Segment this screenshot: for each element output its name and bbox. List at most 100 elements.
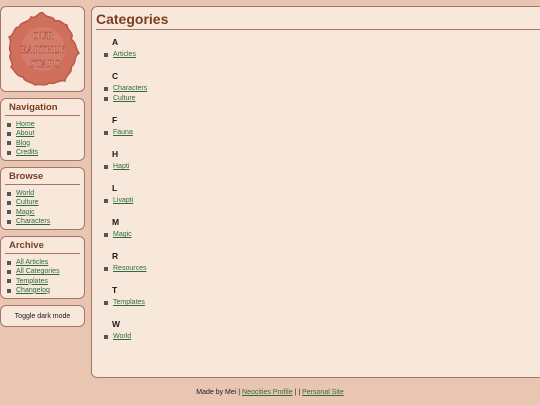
footer-separator: | xyxy=(238,389,241,396)
category-list: Hapti xyxy=(104,162,540,172)
category-list: Livapti xyxy=(104,196,540,206)
page-title: Categories xyxy=(96,11,540,30)
category-link-templates[interactable]: Templates xyxy=(113,298,145,308)
bullet-icon xyxy=(7,150,11,155)
logo-text-line1: OUR xyxy=(32,31,53,42)
footer-separator: | | xyxy=(294,389,301,396)
site-logo[interactable]: OUR EARTHLY STARS xyxy=(3,9,83,89)
category-link-fauna[interactable]: Fauna xyxy=(113,128,133,138)
all-categories-link[interactable]: All Categories xyxy=(16,267,60,276)
nav-item-credits: Credits xyxy=(7,148,80,157)
about-link[interactable]: About xyxy=(16,129,34,138)
list-item: Articles xyxy=(104,50,540,60)
sidebar: OUR EARTHLY STARS Navigation Home About … xyxy=(0,6,85,333)
bullet-icon xyxy=(104,199,108,203)
category-link-hapti[interactable]: Hapti xyxy=(113,162,129,172)
group-letter: M xyxy=(112,217,120,227)
category-group-a: A Articles xyxy=(96,37,540,60)
nav-item-about: About xyxy=(7,129,80,138)
bullet-icon xyxy=(7,131,11,136)
category-group-m: M Magic xyxy=(96,217,540,240)
list-item: Fauna xyxy=(104,128,540,138)
bullet-icon xyxy=(7,288,11,293)
archive-list: All Articles All Categories Templates Ch… xyxy=(5,258,80,295)
logo-text-line2: EARTHLY xyxy=(20,45,65,56)
category-list: Templates xyxy=(104,298,540,308)
browse-item-characters: Characters xyxy=(7,217,80,226)
category-link-livapti[interactable]: Livapti xyxy=(113,196,133,206)
bullet-icon xyxy=(7,200,11,205)
list-item: Hapti xyxy=(104,162,540,172)
category-group-c: C Characters Culture xyxy=(96,71,540,104)
archive-box: Archive All Articles All Categories Temp… xyxy=(0,236,85,299)
browse-title: Browse xyxy=(5,171,80,185)
navigation-box: Navigation Home About Blog Credits xyxy=(0,98,85,161)
culture-link[interactable]: Culture xyxy=(16,198,39,207)
changelog-link[interactable]: Changelog xyxy=(16,286,50,295)
category-link-culture[interactable]: Culture xyxy=(113,94,136,104)
category-link-world[interactable]: World xyxy=(113,332,131,342)
category-link-characters[interactable]: Characters xyxy=(113,84,147,94)
category-list: Characters Culture xyxy=(104,84,540,104)
toggle-dark-mode-button[interactable]: Toggle dark mode xyxy=(0,305,85,327)
world-link[interactable]: World xyxy=(16,189,34,198)
category-link-articles[interactable]: Articles xyxy=(113,50,136,60)
blog-link[interactable]: Blog xyxy=(16,139,30,148)
archive-item-all-categories: All Categories xyxy=(7,267,80,276)
magic-link[interactable]: Magic xyxy=(16,208,35,217)
bullet-icon xyxy=(7,191,11,196)
bullet-icon xyxy=(7,269,11,274)
archive-item-all-articles: All Articles xyxy=(7,258,80,267)
list-item: Culture xyxy=(104,94,540,104)
group-letter: F xyxy=(112,115,118,125)
list-item: World xyxy=(104,332,540,342)
templates-link[interactable]: Templates xyxy=(16,277,48,286)
list-item: Magic xyxy=(104,230,540,240)
group-letter: W xyxy=(112,319,121,329)
logo-box: OUR EARTHLY STARS xyxy=(0,6,85,92)
personal-site-link[interactable]: Personal Site xyxy=(302,389,344,396)
bullet-icon xyxy=(104,301,108,305)
bullet-icon xyxy=(104,131,108,135)
bullet-icon xyxy=(104,87,108,91)
category-group-t: T Templates xyxy=(96,285,540,308)
archive-item-templates: Templates xyxy=(7,277,80,286)
nav-item-home: Home xyxy=(7,120,80,129)
category-link-resources[interactable]: Resources xyxy=(113,264,146,274)
neocities-profile-link[interactable]: Neocities Profile xyxy=(242,389,293,396)
characters-link[interactable]: Characters xyxy=(16,217,50,226)
main-content: Categories A Articles C Characters Cultu… xyxy=(91,6,540,378)
bullet-icon xyxy=(7,219,11,224)
bullet-icon xyxy=(7,141,11,146)
category-list: World xyxy=(104,332,540,342)
group-letter: C xyxy=(112,71,119,81)
browse-item-world: World xyxy=(7,189,80,198)
category-link-magic[interactable]: Magic xyxy=(113,230,132,240)
footer: Made by Mei | Neocities Profile | | Pers… xyxy=(0,389,540,396)
home-link[interactable]: Home xyxy=(16,120,35,129)
group-letter: T xyxy=(112,285,118,295)
nav-item-blog: Blog xyxy=(7,139,80,148)
bullet-icon xyxy=(104,233,108,237)
list-item: Characters xyxy=(104,84,540,94)
all-articles-link[interactable]: All Articles xyxy=(16,258,48,267)
footer-made-by: Made by Mei xyxy=(196,389,237,396)
group-letter: R xyxy=(112,251,119,261)
category-list: Fauna xyxy=(104,128,540,138)
archive-title: Archive xyxy=(5,240,80,254)
group-letter: L xyxy=(112,183,118,193)
list-item: Resources xyxy=(104,264,540,274)
browse-item-magic: Magic xyxy=(7,208,80,217)
bullet-icon xyxy=(104,335,108,339)
credits-link[interactable]: Credits xyxy=(16,148,38,157)
category-group-h: H Hapti xyxy=(96,149,540,172)
bullet-icon xyxy=(7,279,11,284)
category-group-l: L Livapti xyxy=(96,183,540,206)
bullet-icon xyxy=(7,210,11,215)
browse-list: World Culture Magic Characters xyxy=(5,189,80,226)
category-group-r: R Resources xyxy=(96,251,540,274)
list-item: Templates xyxy=(104,298,540,308)
navigation-title: Navigation xyxy=(5,102,80,116)
logo-text-line3: STARS xyxy=(29,59,59,70)
browse-box: Browse World Culture Magic Characters xyxy=(0,167,85,230)
